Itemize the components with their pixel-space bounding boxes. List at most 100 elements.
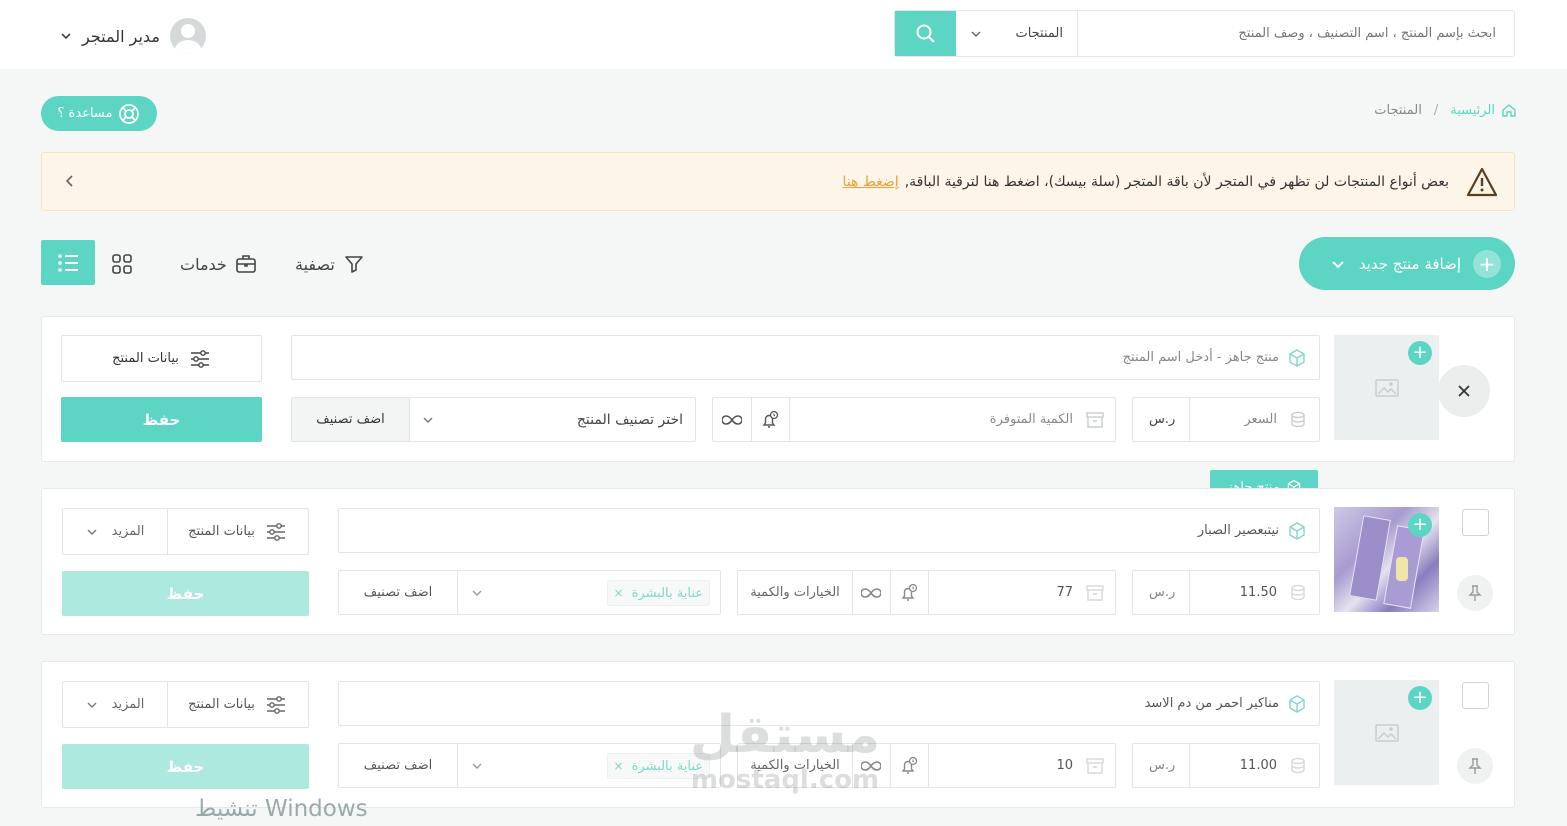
save-button[interactable]: حفظ <box>61 397 262 442</box>
chevron-down-icon <box>423 417 433 423</box>
category-tag: × عناية بالبشرة <box>606 580 710 606</box>
price-field[interactable]: ر.س 11.50 <box>1132 570 1320 615</box>
user-name: مدير المتجر <box>82 26 160 46</box>
search-input[interactable] <box>1078 11 1514 56</box>
remove-tag-icon[interactable]: × <box>614 586 624 600</box>
archive-icon <box>1086 412 1104 428</box>
add-category-button[interactable]: اضف تصنيف <box>292 398 409 441</box>
warning-icon <box>1466 167 1498 197</box>
product-image-placeholder[interactable]: + <box>1334 680 1439 785</box>
chevron-down-icon <box>971 31 981 37</box>
infinite-qty-toggle[interactable] <box>852 571 890 614</box>
options-label: الخيارات والكمية <box>750 585 840 600</box>
product-name-field[interactable]: نيتبعصير الصبار <box>338 508 1320 553</box>
avatar <box>169 18 206 54</box>
product-data-button[interactable]: بيانات المنتج <box>167 682 308 727</box>
search-scope-label: المنتجات <box>1015 26 1063 41</box>
price-field[interactable]: ر.س السعر <box>1132 397 1320 442</box>
chevron-down-icon <box>87 702 97 708</box>
services-label: خدمات <box>180 254 227 274</box>
briefcase-icon <box>235 255 256 273</box>
save-label: حفظ <box>142 410 181 429</box>
archive-icon <box>1086 585 1104 601</box>
save-button[interactable]: حفظ <box>62 571 309 616</box>
product-actions: بيانات المنتج المزيد <box>62 681 309 728</box>
box-icon <box>1289 348 1305 367</box>
save-label: حفظ <box>166 584 205 603</box>
stock-alert-toggle[interactable] <box>890 744 928 787</box>
list-view-button[interactable] <box>41 240 95 285</box>
filter-label: تصفية <box>295 254 335 274</box>
category-select[interactable]: اضف تصنيف × عناية بالبشرة <box>338 570 721 615</box>
quantity-field[interactable]: الخيارات والكمية 77 <box>737 570 1116 615</box>
add-product-label: إضافة منتج جديد <box>1358 254 1461 273</box>
pin-icon <box>1468 585 1482 601</box>
quantity-field[interactable]: الكمية المتوفرة <box>712 397 1116 442</box>
brand-watermark-en: mostaql.com <box>690 765 880 795</box>
product-data-label: بيانات المنتج <box>188 524 255 539</box>
more-label: المزيد <box>111 524 145 539</box>
add-image-icon[interactable]: + <box>1408 513 1432 537</box>
close-button[interactable] <box>1438 365 1490 417</box>
pin-button[interactable] <box>1457 575 1493 611</box>
add-category-label: اضف تصنيف <box>363 585 433 600</box>
category-select[interactable]: اضف تصنيف اختر تصنيف المنتج <box>291 397 696 442</box>
breadcrumb-home[interactable]: الرئيسية <box>1450 103 1495 118</box>
add-category-button[interactable]: اضف تصنيف <box>339 571 457 614</box>
stock-alert-toggle[interactable] <box>890 571 928 614</box>
product-name-placeholder: منتج جاهز - أدخل اسم المنتج <box>1122 350 1279 365</box>
alert-link[interactable]: إضغط هنا <box>843 174 899 190</box>
add-product-button[interactable]: إضافة منتج جديد + <box>1299 237 1515 290</box>
infinite-qty-toggle[interactable] <box>713 398 751 441</box>
category-select[interactable]: اضف تصنيف × عناية بالبشرة <box>338 743 721 788</box>
add-category-button[interactable]: اضف تصنيف <box>339 744 457 787</box>
remove-tag-icon[interactable]: × <box>614 759 624 773</box>
options-qty-button[interactable]: الخيارات والكمية <box>738 571 852 614</box>
chevron-down-icon <box>87 529 97 535</box>
list-icon <box>58 253 78 272</box>
grid-view-button[interactable] <box>108 250 136 278</box>
product-image[interactable]: + <box>1334 507 1439 612</box>
coins-icon <box>1291 584 1305 601</box>
brand-watermark: مستقل mostaql.com <box>680 705 890 795</box>
product-image-placeholder[interactable]: + <box>1334 335 1439 440</box>
select-checkbox[interactable] <box>1462 682 1489 709</box>
chevron-left-icon[interactable] <box>62 173 78 189</box>
windows-activation-watermark: تنشيط Windows <box>195 796 368 822</box>
tag-label: عناية بالبشرة <box>631 585 703 601</box>
select-checkbox[interactable] <box>1462 509 1489 536</box>
upgrade-alert: بعض أنواع المنتجات لن تظهر في المتجر لأن… <box>41 152 1515 211</box>
filter-button[interactable]: تصفية <box>295 250 365 278</box>
sliders-icon <box>266 695 285 714</box>
box-icon <box>1289 521 1305 540</box>
price-placeholder: السعر <box>1244 412 1277 427</box>
stock-alert-toggle[interactable] <box>751 398 789 441</box>
search-icon <box>916 24 935 43</box>
more-dropdown[interactable]: المزيد <box>63 682 167 727</box>
pin-button[interactable] <box>1457 748 1493 784</box>
user-menu[interactable]: مدير المتجر <box>60 18 206 54</box>
services-button[interactable]: خدمات <box>180 250 257 278</box>
infinity-icon <box>861 587 881 598</box>
close-icon <box>1458 385 1470 397</box>
chevron-down-icon <box>1332 260 1344 268</box>
product-data-button[interactable]: بيانات المنتج <box>61 335 262 382</box>
more-dropdown[interactable]: المزيد <box>63 509 167 554</box>
breadcrumb-current: المنتجات <box>1374 102 1422 118</box>
breadcrumb-separator: / <box>1433 102 1439 118</box>
add-image-icon[interactable]: + <box>1408 341 1432 365</box>
save-button[interactable]: حفظ <box>62 744 309 789</box>
category-placeholder: اختر تصنيف المنتج <box>576 412 683 428</box>
price-field[interactable]: ر.س 11.00 <box>1132 743 1320 788</box>
search-button[interactable] <box>895 11 956 56</box>
box-icon <box>1289 694 1305 713</box>
grid-icon <box>112 254 132 274</box>
filter-icon <box>345 256 363 273</box>
product-data-label: بيانات المنتج <box>112 351 179 366</box>
price-value: 11.00 <box>1239 758 1277 773</box>
add-image-icon[interactable]: + <box>1408 686 1432 710</box>
search-scope-select[interactable]: المنتجات <box>956 11 1078 56</box>
product-data-button[interactable]: بيانات المنتج <box>167 509 308 554</box>
help-button[interactable]: مساعدة ؟ <box>41 96 157 131</box>
product-name-field[interactable]: منتج جاهز - أدخل اسم المنتج <box>291 335 1320 380</box>
